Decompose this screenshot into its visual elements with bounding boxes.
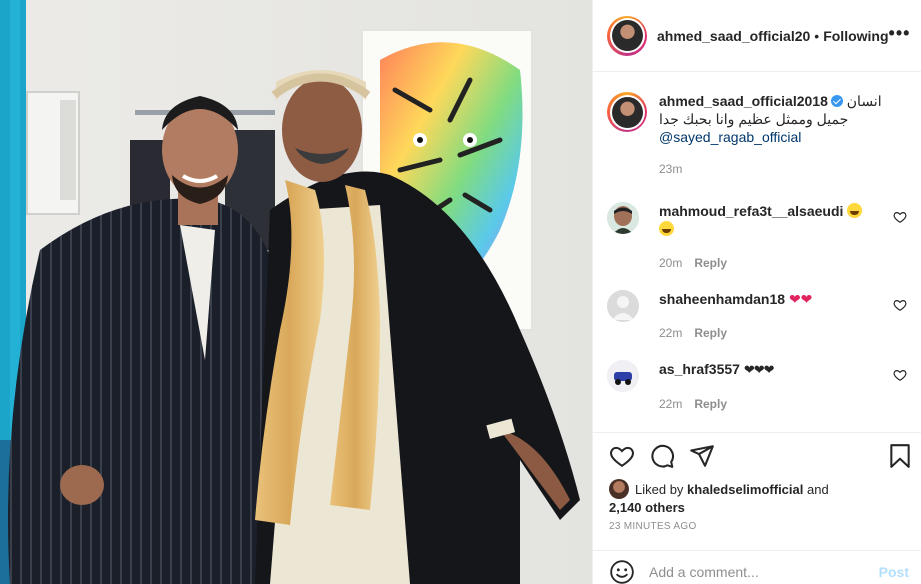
post-caption: ahmed_saad_official2018 انسان جميل وممثل… [607,92,907,178]
post-actions-area: Liked by khaledselimofficial and 2,140 o… [593,432,921,550]
following-button[interactable]: Following [823,28,888,44]
comment-time[interactable]: 20m [659,256,682,270]
add-comment-bar: Post [593,550,921,584]
caption-avatar-image [611,96,643,128]
post-timestamp[interactable]: 23 MINUTES AGO [609,521,697,532]
caption-time[interactable]: 23m [659,160,907,178]
red-heart-emoji-icon: ❤❤ [788,291,813,307]
caption-username[interactable]: ahmed_saad_official2018 [659,93,828,109]
liker-username[interactable]: khaledselimofficial [687,482,803,497]
comment-username[interactable]: shaheenhamdan18 [659,291,785,307]
comment-time[interactable]: 22m [659,326,682,340]
post-detail-panel: ahmed_saad_official20 • Following ••• ah… [592,0,921,584]
photo-illustration [0,0,592,584]
author-avatar-image [611,20,643,51]
author-avatar[interactable] [607,15,647,56]
post-photo[interactable] [0,0,592,584]
likes-count[interactable]: 2,140 others [609,500,685,515]
post-header: ahmed_saad_official20 • Following ••• [593,0,921,72]
comment-like-heart-icon[interactable] [893,210,907,224]
heart-icon[interactable] [609,443,635,469]
likes-summary: Liked by khaledselimofficial and 2,140 o… [609,479,911,517]
comment-like-heart-icon[interactable] [893,368,907,382]
comment-input[interactable] [649,563,879,580]
more-icon[interactable]: ••• [889,24,911,44]
black-heart-emoji-icon: ❤❤❤ [743,362,775,377]
comment-item: as_hraf3557 ❤❤❤ 22m Reply [607,360,907,413]
comment-like-heart-icon[interactable] [893,298,907,312]
caption-mention-link[interactable]: @sayed_ragab_official [659,129,801,145]
caption-avatar[interactable] [607,92,647,132]
comment-item: mahmoud_refa3t__alsaeudi 20m Reply [607,202,907,272]
commenter-avatar[interactable] [607,202,639,234]
comment-time[interactable]: 22m [659,397,682,411]
liker-avatar[interactable] [609,479,629,499]
laughing-emoji-icon [847,203,863,218]
comment-username[interactable]: as_hraf3557 [659,361,740,377]
likes-prefix: Liked by [635,482,684,497]
reply-button[interactable]: Reply [694,256,727,270]
reply-button[interactable]: Reply [694,326,727,340]
post-comment-button[interactable]: Post [879,564,909,580]
commenter-avatar[interactable] [607,290,639,322]
caption-text-line1: انسان [846,93,882,109]
laughing-emoji-icon [659,221,674,236]
header-separator: • [814,27,820,44]
share-icon[interactable] [689,443,715,469]
author-username[interactable]: ahmed_saad_official20 [657,28,810,44]
comment-username[interactable]: mahmoud_refa3t__alsaeudi [659,203,843,219]
comment-item: shaheenhamdan18 ❤❤ 22m Reply [607,290,907,342]
action-bar [609,443,913,471]
comments-list[interactable]: ahmed_saad_official2018 انسان جميل وممثل… [593,72,921,432]
reply-button[interactable]: Reply [694,397,727,411]
bookmark-icon[interactable] [887,443,913,469]
comment-icon[interactable] [649,443,675,469]
caption-text-line2: جميل وممثل عظيم وانا بحبك جدا [659,111,849,127]
commenter-avatar[interactable] [607,360,639,392]
verified-icon [830,95,843,107]
likes-and: and [807,482,829,497]
emoji-icon[interactable] [609,559,635,584]
